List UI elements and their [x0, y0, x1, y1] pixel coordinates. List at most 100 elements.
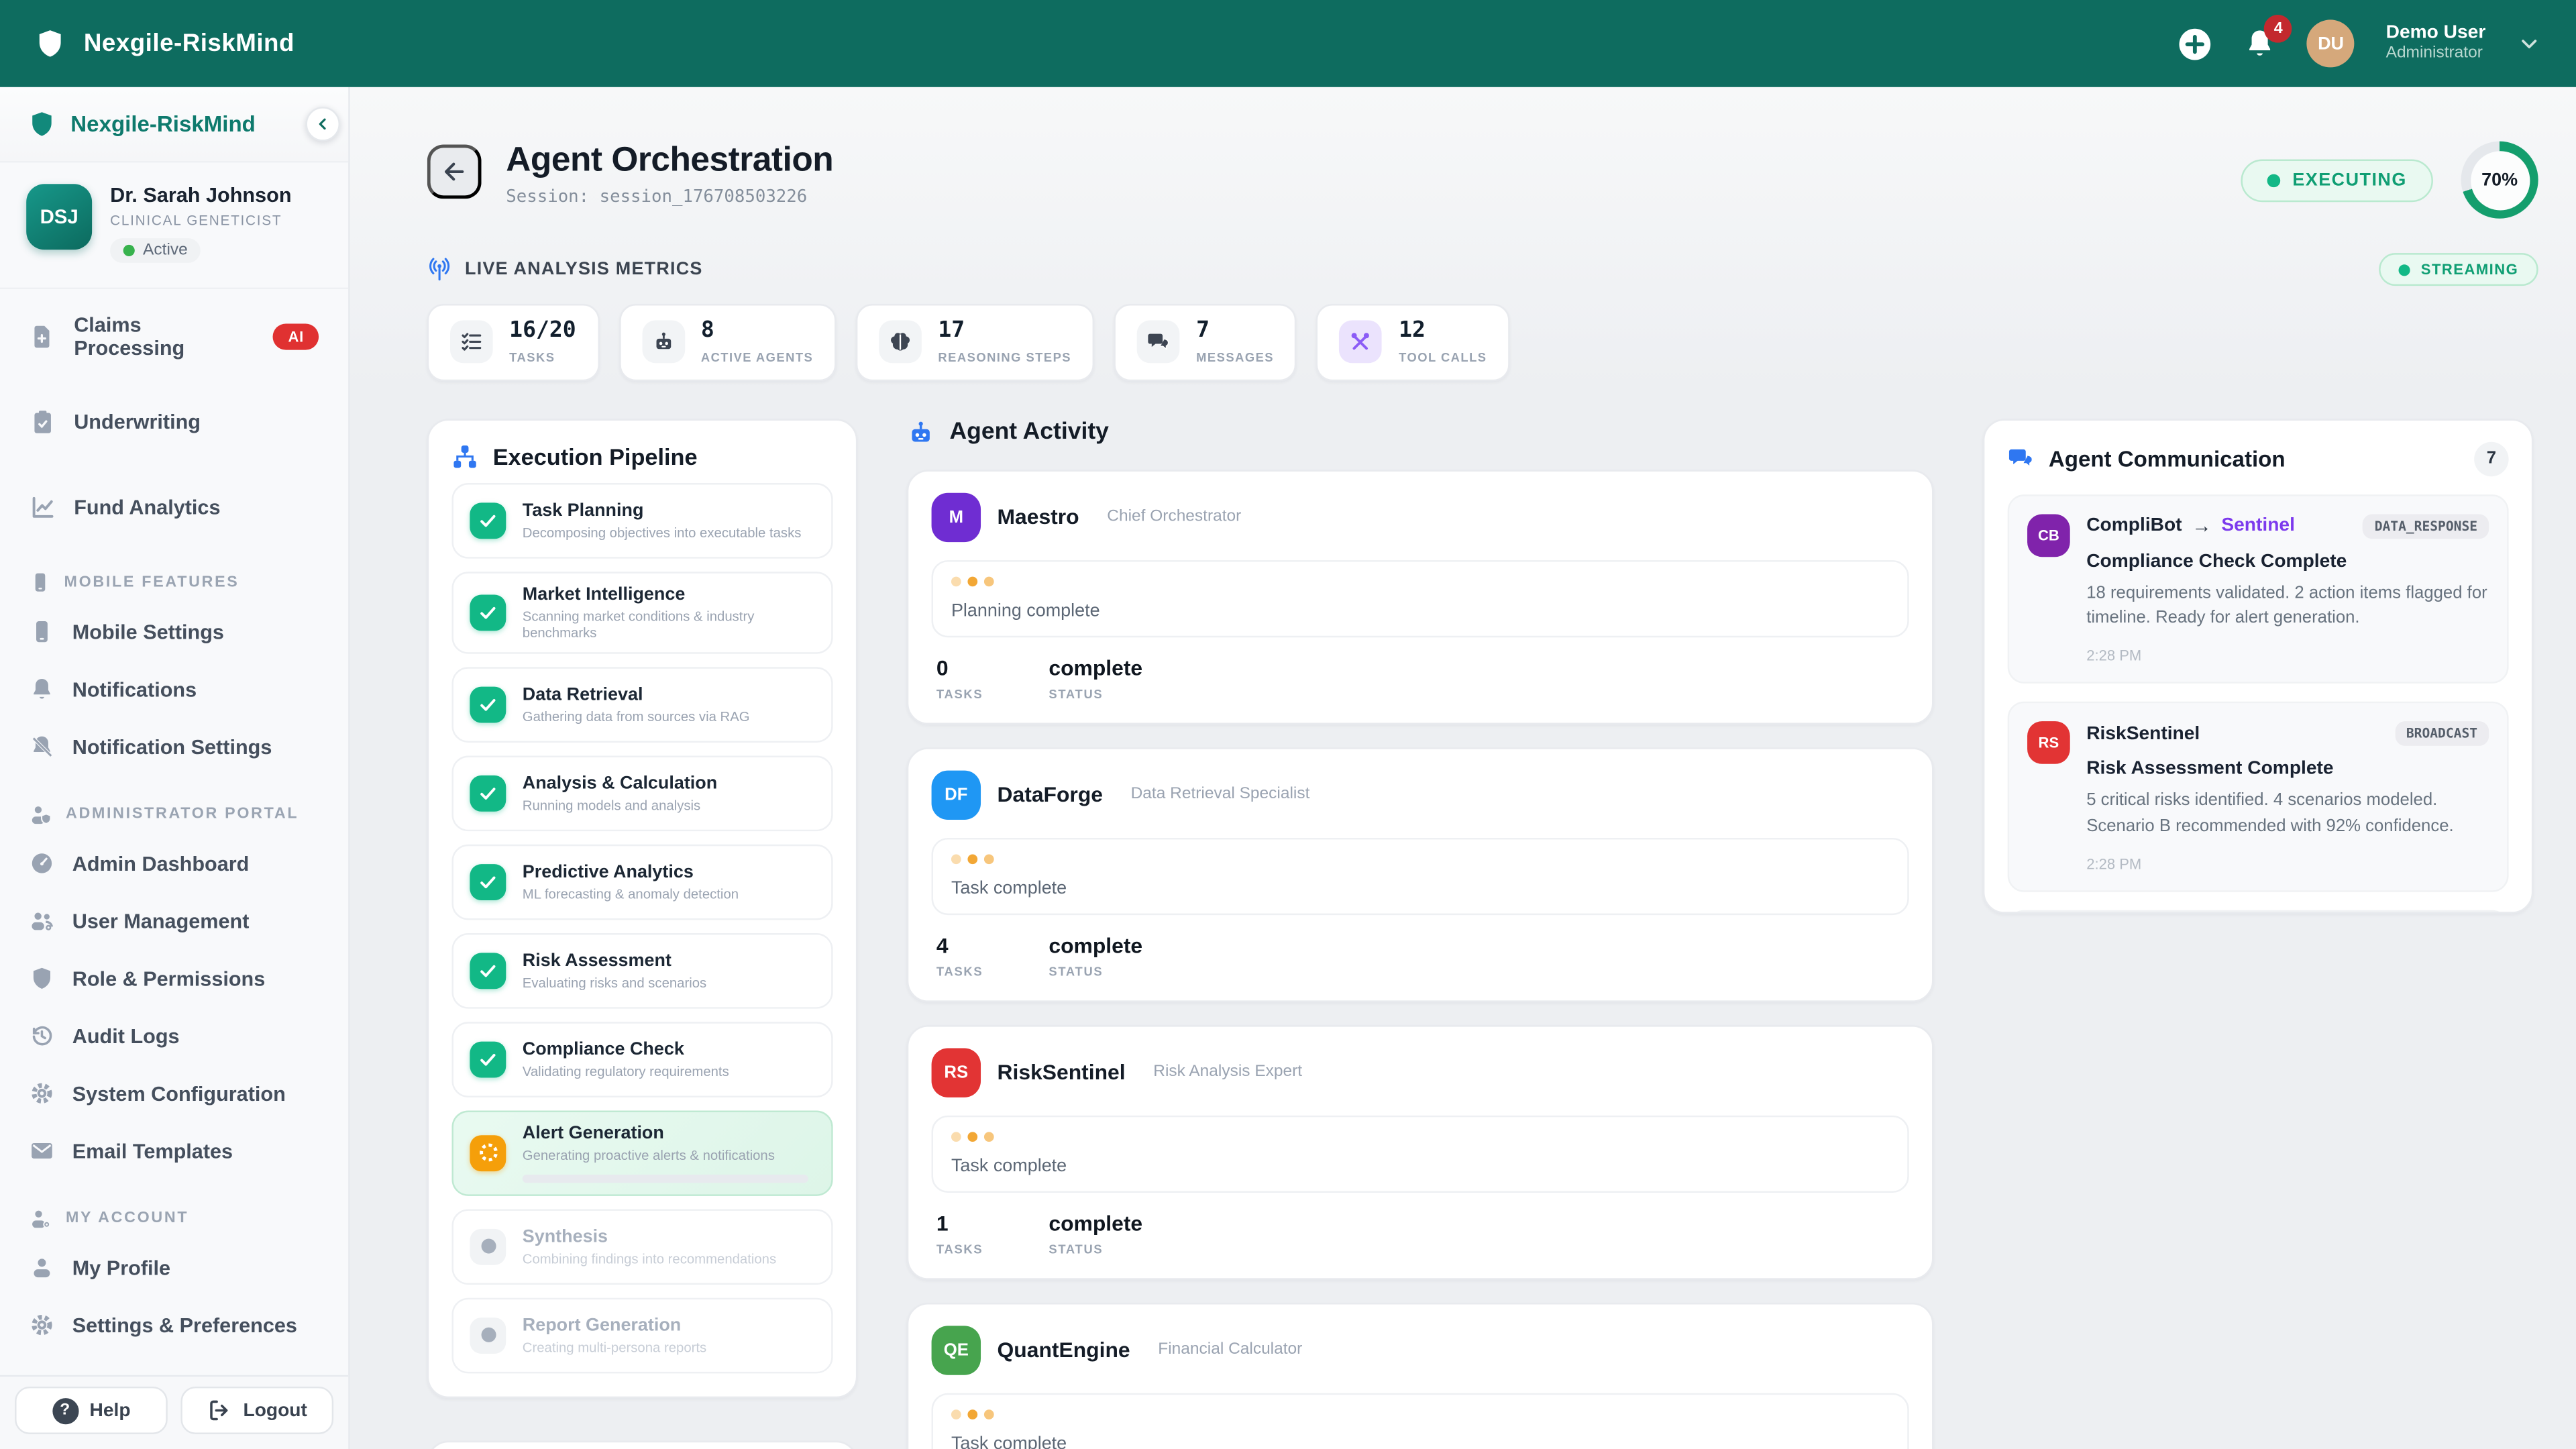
pipeline-step-data-retrieval[interactable]: Data Retrieval Gathering data from sourc…: [451, 666, 833, 742]
agent-message-box: Task complete: [932, 837, 1909, 914]
agent-activity-title: Agent Activity: [950, 419, 1109, 445]
sidebar-item-audit-logs[interactable]: Audit Logs: [13, 1007, 335, 1065]
sidebar-item-admin-dashboard[interactable]: Admin Dashboard: [13, 835, 335, 892]
sidebar-item-settings-preferences[interactable]: Settings & Preferences: [13, 1296, 335, 1354]
add-button[interactable]: [2178, 25, 2214, 62]
pipeline-step-synthesis[interactable]: Synthesis Combining findings into recomm…: [451, 1208, 833, 1284]
user-icon: [30, 1255, 54, 1280]
agent-communication-panel: Agent Communication 7 CB CompliBot → Sen…: [1983, 418, 2533, 912]
phone-icon: [30, 572, 51, 593]
sidebar-item-claims-processing[interactable]: Claims Processing AI: [13, 301, 335, 373]
sidebar-item-underwriting[interactable]: Underwriting: [13, 386, 335, 459]
check-icon: [478, 871, 498, 891]
section-header-label: MY ACCOUNT: [66, 1209, 189, 1227]
sidebar-item-role-permissions[interactable]: Role & Permissions: [13, 950, 335, 1008]
notifications-button[interactable]: 4: [2245, 28, 2276, 60]
sidebar-profile-card[interactable]: DSJ Dr. Sarah Johnson CLINICAL GENETICIS…: [0, 162, 348, 289]
check-icon: [478, 783, 498, 802]
back-button[interactable]: [427, 145, 482, 199]
pipeline-step-analysis-calculation[interactable]: Analysis & Calculation Running models an…: [451, 755, 833, 830]
sidebar-menu: Claims Processing AI Underwriting Fund A…: [0, 289, 348, 1354]
communication-message[interactable]: CB CompliBot → Sentinel DATA_RESPONSE Co…: [2008, 494, 2509, 684]
message-count-badge: 7: [2474, 441, 2508, 476]
executing-status-badge: EXECUTING: [2241, 158, 2432, 201]
ai-badge: AI: [273, 323, 319, 350]
shield-icon: [30, 966, 54, 991]
profile-status-label: Active: [143, 241, 188, 260]
agent-card-dataforge[interactable]: DF DataForge Data Retrieval Specialist T…: [907, 747, 1934, 1002]
message-avatar: RS: [2027, 721, 2070, 764]
sidebar-brand: Nexgile-RiskMind: [0, 87, 348, 163]
checklist-icon: [460, 331, 483, 354]
communication-message[interactable]: RS RiskSentinel BROADCAST Risk Assessmen…: [2008, 702, 2509, 892]
sidebar-item-fund-analytics[interactable]: Fund Analytics: [13, 472, 335, 544]
agent-avatar: M: [932, 492, 981, 541]
sidebar-item-label: Mobile Settings: [72, 620, 224, 643]
step-title: Analysis & Calculation: [523, 773, 815, 792]
sidebar-item-notification-settings[interactable]: Notification Settings: [13, 718, 335, 775]
pipeline-step-alert-generation[interactable]: Alert Generation Generating proactive al…: [451, 1110, 833, 1195]
sidebar-item-system-configuration[interactable]: System Configuration: [13, 1065, 335, 1122]
user-menu[interactable]: Demo User Administrator: [2386, 21, 2486, 66]
pipeline-step-predictive-analytics[interactable]: Predictive Analytics ML forecasting & an…: [451, 844, 833, 920]
sidebar-collapse-button[interactable]: [306, 107, 340, 141]
agent-avatar: DF: [932, 769, 981, 818]
agent-tasks-value: 4: [936, 932, 983, 957]
communication-title: Agent Communication: [2049, 446, 2286, 471]
sidebar-item-label: My Profile: [72, 1256, 170, 1279]
agent-message: Task complete: [951, 878, 1889, 898]
logout-button[interactable]: Logout: [180, 1387, 333, 1434]
logout-label: Logout: [243, 1401, 307, 1420]
page-title: Agent Orchestration: [506, 142, 833, 181]
sidebar-item-my-profile[interactable]: My Profile: [13, 1239, 335, 1297]
communication-message[interactable]: PR Predictor → RiskSentinel DATA_RESPONS…: [2008, 910, 2509, 913]
sidebar-item-label: Role & Permissions: [72, 967, 266, 989]
chat-icon: [1147, 331, 1170, 354]
pipeline-step-report-generation[interactable]: Report Generation Creating multi-persona…: [451, 1297, 833, 1373]
pipeline-step-compliance-check[interactable]: Compliance Check Validating regulatory r…: [451, 1021, 833, 1097]
agent-activity-column: Agent Activity M Maestro Chief Orchestra…: [907, 418, 1934, 1449]
agent-message-box: Planning complete: [932, 559, 1909, 637]
agent-message: Task complete: [951, 1434, 1889, 1449]
sidebar-item-email-templates[interactable]: Email Templates: [13, 1122, 335, 1180]
sidebar-item-mobile-settings[interactable]: Mobile Settings: [13, 603, 335, 661]
agent-message: Planning complete: [951, 600, 1889, 620]
pipeline-step-task-planning[interactable]: Task Planning Decomposing objectives int…: [451, 482, 833, 558]
agent-message-box: Task complete: [932, 1393, 1909, 1449]
agent-card-risksentinel[interactable]: RS RiskSentinel Risk Analysis Expert Tas…: [907, 1024, 1934, 1279]
streaming-badge: STREAMING: [2378, 253, 2538, 286]
session-id: Session: session_176708503226: [506, 187, 833, 207]
message-time: 2:28 PM: [2086, 855, 2489, 871]
profile-role: CLINICAL GENETICIST: [110, 212, 291, 228]
agent-status-value: complete: [1049, 655, 1142, 680]
sidebar-item-label: User Management: [72, 910, 250, 932]
metrics-title: LIVE ANALYSIS METRICS: [465, 260, 703, 279]
chart-line-icon: [30, 494, 56, 521]
agent-status-value: complete: [1049, 1210, 1142, 1235]
message-avatar: CB: [2027, 513, 2070, 556]
file-plus-icon: [30, 323, 56, 350]
page-header: Agent Orchestration Session: session_176…: [427, 142, 2538, 219]
help-button[interactable]: ? Help: [15, 1387, 168, 1434]
agent-card-quantengine[interactable]: QE QuantEngine Financial Calculator Task…: [907, 1302, 1934, 1449]
progress-value: 70%: [2470, 150, 2529, 209]
sidebar-item-notifications[interactable]: Notifications: [13, 660, 335, 718]
step-desc: Generating proactive alerts & notificati…: [523, 1146, 815, 1162]
spinner-icon: [479, 1143, 497, 1161]
sidebar-item-label: Email Templates: [72, 1139, 233, 1162]
avatar[interactable]: DU: [2307, 19, 2355, 67]
top-navbar: Nexgile-RiskMind 4 DU Demo User Administ…: [0, 0, 2576, 87]
message-type-badge: DATA_RESPONSE: [2363, 513, 2489, 538]
pipeline-step-risk-assessment[interactable]: Risk Assessment Evaluating risks and sce…: [451, 932, 833, 1008]
arrow-right-icon: →: [2192, 515, 2211, 537]
sidebar-item-label: Notifications: [72, 678, 197, 700]
sidebar-item-label: System Configuration: [72, 1082, 286, 1105]
agent-card-maestro[interactable]: M Maestro Chief Orchestrator Planning co…: [907, 469, 1934, 724]
sidebar-item-user-management[interactable]: User Management: [13, 892, 335, 950]
step-desc: Evaluating risks and scenarios: [523, 973, 815, 989]
chevron-down-icon[interactable]: [2517, 32, 2542, 56]
sidebar-section-administrator-portal: ADMINISTRATOR PORTAL: [13, 794, 335, 835]
profile-name: Dr. Sarah Johnson: [110, 184, 291, 207]
pipeline-step-market-intelligence[interactable]: Market Intelligence Scanning market cond…: [451, 571, 833, 653]
sidebar-item-label: Admin Dashboard: [72, 852, 250, 875]
